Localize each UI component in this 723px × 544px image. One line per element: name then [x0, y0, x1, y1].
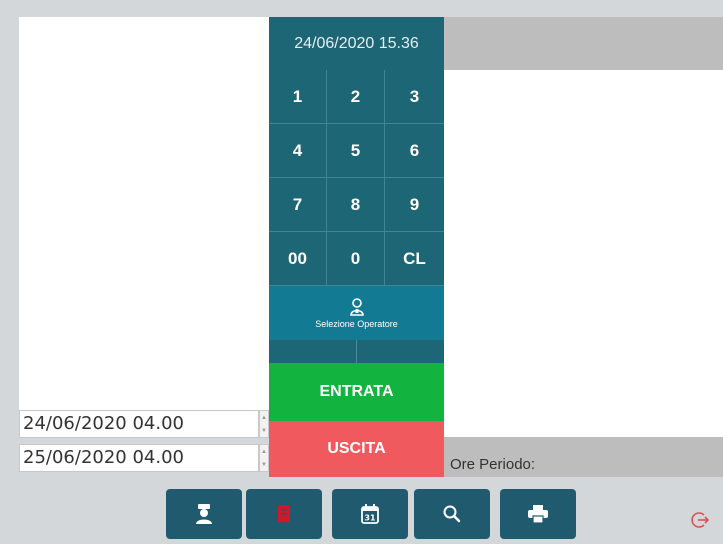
- print-toolbar-button[interactable]: [500, 489, 576, 539]
- operator-icon: [349, 297, 364, 316]
- key-5[interactable]: 5: [327, 124, 385, 178]
- key-clear[interactable]: CL: [385, 232, 444, 286]
- search-icon: [443, 505, 461, 523]
- key-2[interactable]: 2: [327, 70, 385, 124]
- key-1[interactable]: 1: [269, 70, 327, 124]
- period-end-spinner[interactable]: ▲ ▼: [259, 444, 269, 472]
- operator-toolbar-button[interactable]: [166, 489, 242, 539]
- calendar-toolbar-button[interactable]: 31: [332, 489, 408, 539]
- key-4[interactable]: 4: [269, 124, 327, 178]
- key-9[interactable]: 9: [385, 178, 444, 232]
- operator-divider: [356, 340, 357, 363]
- police-officer-icon: [196, 504, 212, 524]
- datetime-display: 24/06/2020 15.36: [269, 17, 444, 70]
- ore-periodo-label: Ore Periodo:: [450, 456, 536, 473]
- right-panel: [444, 70, 723, 437]
- uscita-button[interactable]: USCITA: [269, 421, 444, 477]
- period-start-spinner[interactable]: ▲ ▼: [259, 410, 269, 438]
- ore-periodo-bar: Ore Periodo:: [444, 437, 723, 477]
- key-0[interactable]: 0: [327, 232, 385, 286]
- receipt-icon: [278, 505, 290, 523]
- logout-icon[interactable]: [690, 510, 710, 530]
- entrata-button[interactable]: ENTRATA: [269, 363, 444, 421]
- period-end-field[interactable]: 25/06/2020 04.00: [19, 444, 259, 472]
- receipt-toolbar-button[interactable]: [246, 489, 322, 539]
- operator-field: [269, 340, 444, 363]
- key-6[interactable]: 6: [385, 124, 444, 178]
- calendar-icon: 31: [361, 504, 379, 524]
- calendar-day-text: 31: [364, 514, 376, 523]
- keypad: 1 2 3 4 5 6 7 8 9 00 0 CL: [269, 70, 444, 286]
- operator-select-button[interactable]: Selezione Operatore: [269, 286, 444, 340]
- key-7[interactable]: 7: [269, 178, 327, 232]
- key-3[interactable]: 3: [385, 70, 444, 124]
- key-00[interactable]: 00: [269, 232, 327, 286]
- key-8[interactable]: 8: [327, 178, 385, 232]
- printer-icon: [528, 505, 548, 524]
- period-start-field[interactable]: 24/06/2020 04.00: [19, 410, 259, 438]
- left-panel: [19, 17, 269, 410]
- right-header-bar: [444, 17, 723, 70]
- search-toolbar-button[interactable]: [414, 489, 490, 539]
- operator-label: Selezione Operatore: [315, 318, 398, 329]
